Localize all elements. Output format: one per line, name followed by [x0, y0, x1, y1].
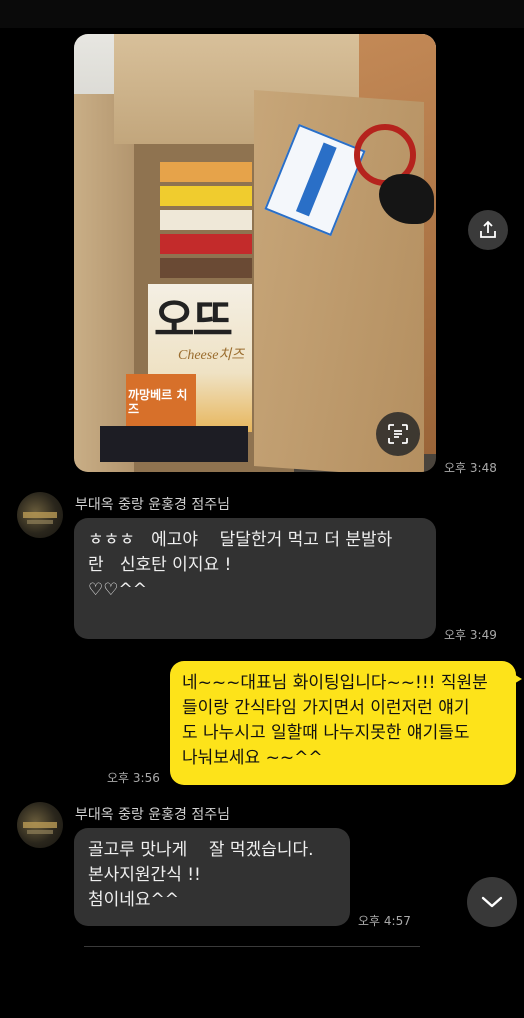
- message-time: 오후 3:49: [444, 628, 497, 642]
- snack-pack-dark: [100, 426, 248, 462]
- snack-pack: [160, 210, 252, 230]
- message-line: ㅎㅎㅎ 에고야 달달한거 먹고 더 분발하: [88, 530, 393, 550]
- message-line: ♡♡^^: [88, 580, 147, 600]
- avatar[interactable]: [17, 802, 63, 848]
- message-line: 들이랑 간식타임 가지면서 이런저런 얘기: [182, 698, 470, 718]
- message-bubble-incoming[interactable]: 골고루 맛나게 잘 먹겠습니다. 본사지원간식 !! 첨이네요^^: [74, 828, 350, 926]
- divider: [84, 946, 420, 947]
- snack-pack-label: 까망베르 치즈: [128, 388, 188, 416]
- snack-pack: [160, 186, 252, 206]
- snack-pack: [160, 162, 252, 182]
- chevron-down-icon: [481, 896, 503, 908]
- snack-box-subtitle: Cheese치즈: [178, 348, 245, 363]
- message-line: 도 나누시고 일할때 나누지못한 얘기들도: [182, 723, 470, 743]
- avatar[interactable]: [17, 492, 63, 538]
- message-line: 본사지원간식 !!: [88, 865, 201, 885]
- sender-name: 부대옥 중랑 윤홍경 점주님: [75, 807, 231, 823]
- snack-pack: [160, 258, 252, 278]
- message-line: 골고루 맛나게 잘 먹겠습니다.: [88, 840, 314, 860]
- snack-pack: [160, 234, 252, 254]
- message-line: 네~~~대표님 화이팅입니다~~!!! 직원분: [182, 673, 488, 693]
- snack-box-brand: 오뜨: [154, 296, 233, 345]
- message-line: 란 신호탄 이지요 !: [88, 555, 232, 575]
- message-time: 오후 4:57: [358, 914, 411, 928]
- message-time: 오후 3:48: [444, 461, 497, 475]
- text-scan-button[interactable]: [376, 412, 420, 456]
- share-icon: [480, 220, 496, 238]
- message-bubble-outgoing[interactable]: 네~~~대표님 화이팅입니다~~!!! 직원분 들이랑 간식타임 가지면서 이런…: [170, 661, 522, 785]
- message-line: 나눠보세요 ~~^^: [182, 748, 323, 768]
- top-strip: [0, 0, 524, 28]
- message-line: 첨이네요^^: [88, 890, 180, 910]
- photo-box-flap-left: [74, 94, 134, 472]
- message-time: 오후 3:56: [107, 771, 160, 785]
- message-bubble-incoming[interactable]: ㅎㅎㅎ 에고야 달달한거 먹고 더 분발하 란 신호탄 이지요 ! ♡♡^^: [74, 518, 436, 639]
- scroll-down-button[interactable]: [467, 877, 517, 927]
- text-scan-icon: [388, 424, 408, 444]
- photo-message[interactable]: 오뜨 Cheese치즈 까망베르 치즈: [74, 34, 436, 472]
- sender-name: 부대옥 중랑 윤홍경 점주님: [75, 497, 231, 513]
- share-button[interactable]: [468, 210, 508, 250]
